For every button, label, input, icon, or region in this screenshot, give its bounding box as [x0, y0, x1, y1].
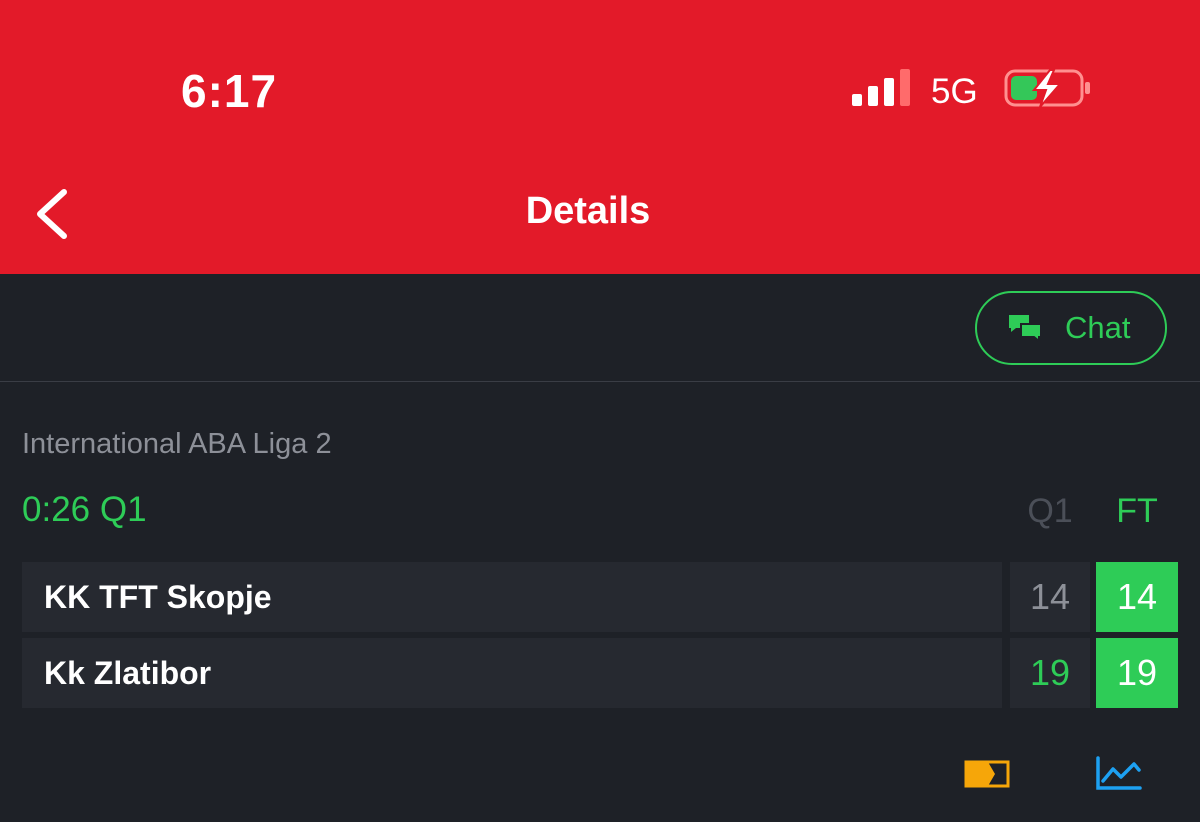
page-title: Details [525, 190, 651, 232]
match-status: 0:26 Q1 [22, 490, 147, 529]
chat-bubbles-icon [1009, 315, 1042, 343]
status-time: 6:17 [181, 65, 278, 117]
app-header: 6:17 5G Details [0, 0, 1200, 274]
team-name-away[interactable]: Kk Zlatibor [22, 638, 1002, 708]
live-stream-icon[interactable] [964, 759, 1010, 789]
team-name-home[interactable]: KK TFT Skopje [22, 562, 1002, 632]
column-header-q1: Q1 [1027, 492, 1073, 530]
score-ft-home: 14 [1096, 562, 1178, 632]
chat-button[interactable]: Chat [975, 291, 1167, 365]
score-q1-away: 19 [1010, 638, 1090, 708]
score-ft-away: 19 [1096, 638, 1178, 708]
network-type: 5G [931, 72, 978, 111]
column-header-ft: FT [1116, 492, 1158, 530]
score-q1-home: 14 [1010, 562, 1090, 632]
chat-label: Chat [1065, 310, 1131, 345]
league-name: International ABA Liga 2 [22, 428, 332, 460]
battery-charging-icon [1004, 69, 1090, 108]
signal-bars-icon [852, 69, 910, 106]
chat-bar: Chat [0, 274, 1200, 382]
stats-chart-icon[interactable] [1094, 756, 1142, 792]
